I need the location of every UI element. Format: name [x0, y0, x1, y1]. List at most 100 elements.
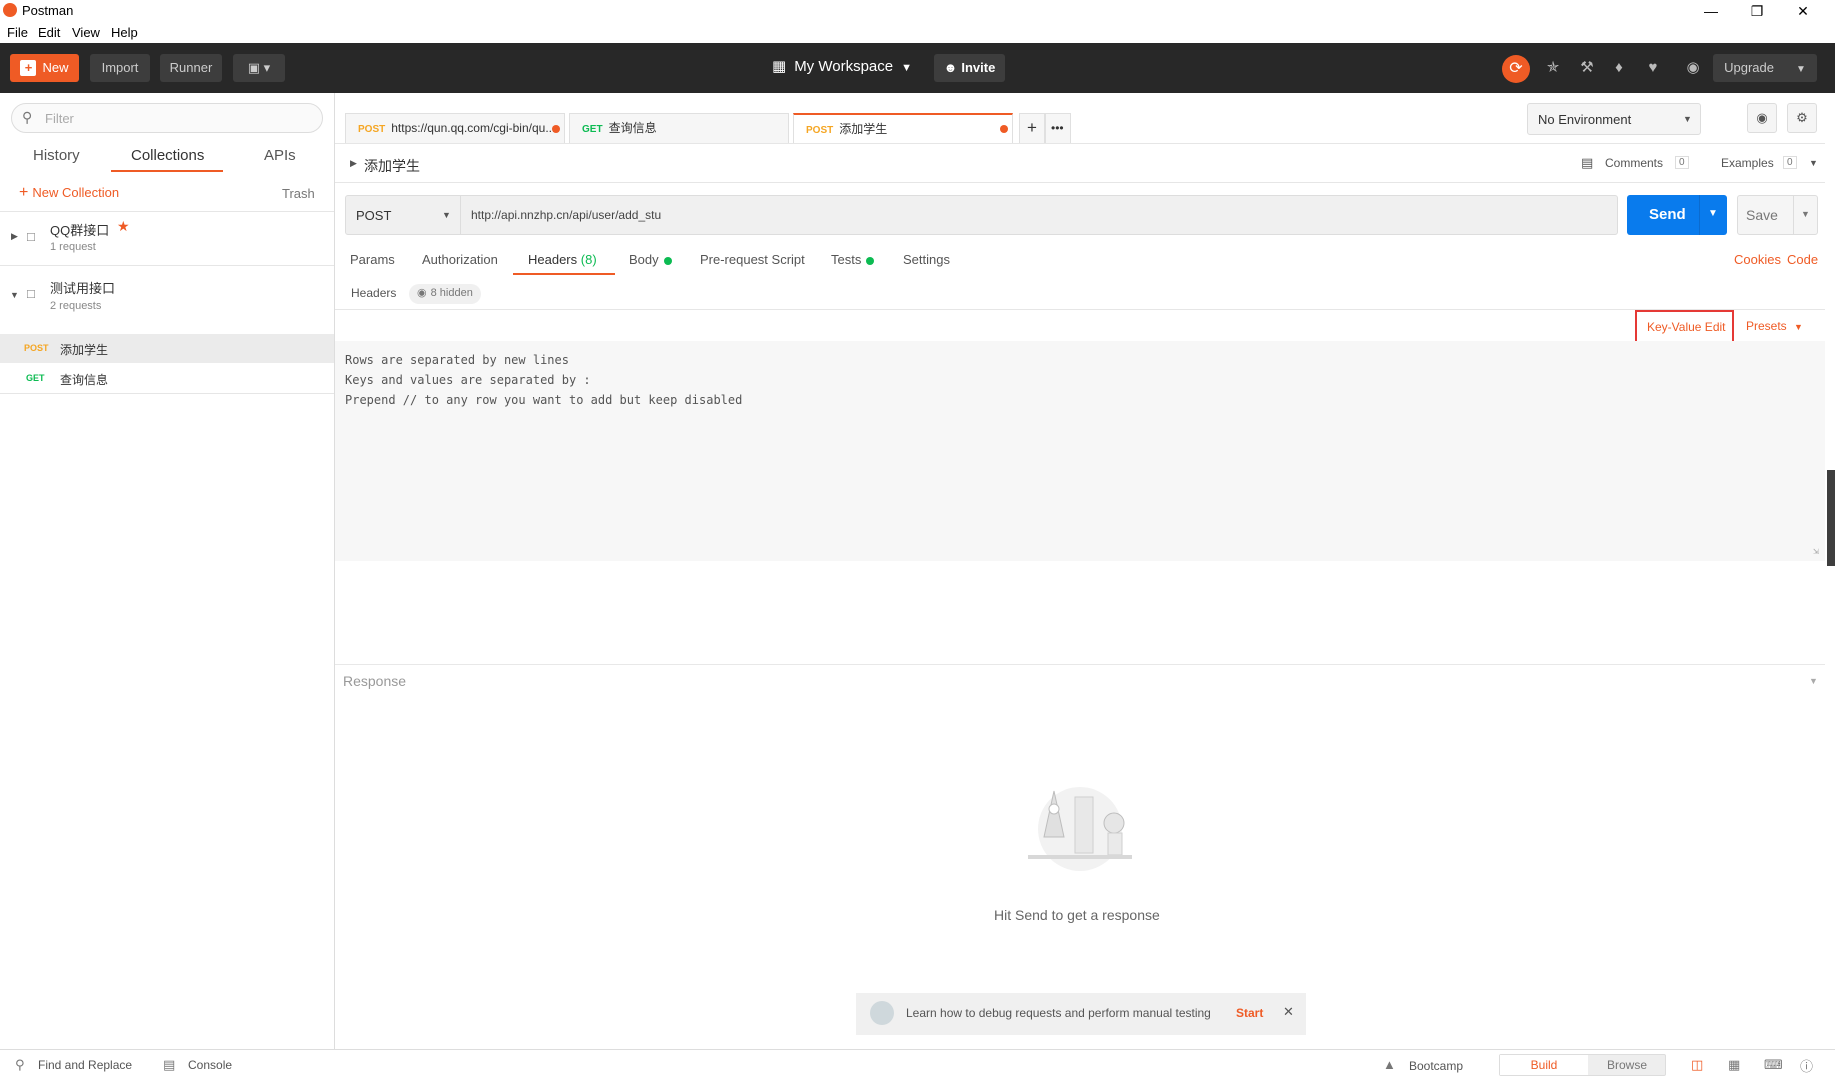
menu-edit[interactable]: Edit: [38, 25, 60, 40]
comments-button[interactable]: Comments: [1605, 156, 1663, 170]
environment-value: No Environment: [1538, 112, 1632, 127]
request-tab-3[interactable]: POST 添加学生: [793, 113, 1013, 143]
close-icon[interactable]: ✕: [1283, 1004, 1294, 1020]
request-item-query-info[interactable]: GET 查询信息: [0, 364, 334, 394]
minimize-icon[interactable]: —: [1688, 0, 1734, 22]
request-item-add-student[interactable]: POST 添加学生: [0, 334, 334, 363]
method-badge: POST: [806, 125, 834, 136]
chevron-down-icon[interactable]: ▼: [1708, 208, 1718, 219]
key-value-edit-link[interactable]: Key-Value Edit: [1635, 310, 1734, 345]
request-tab-1[interactable]: POST https://qun.qq.com/cgi-bin/qu...: [345, 113, 565, 143]
workspace-selector[interactable]: ▦ My Workspace ▼: [772, 57, 912, 79]
find-replace-button[interactable]: Find and Replace: [38, 1058, 132, 1072]
menu-bar: File Edit View Help: [0, 22, 1835, 43]
avatar[interactable]: ◉: [1680, 55, 1706, 81]
add-tab-button[interactable]: +: [1019, 113, 1045, 143]
layout-icon[interactable]: ▦: [1728, 1057, 1740, 1073]
send-label: Send: [1649, 206, 1686, 223]
tab-body[interactable]: Body: [629, 252, 672, 267]
build-browse-toggle: Build Browse: [1499, 1054, 1666, 1076]
tab-pre-request-script[interactable]: Pre-request Script: [700, 252, 805, 267]
console-button[interactable]: Console: [188, 1058, 232, 1072]
wrench-icon[interactable]: ⚒: [1574, 55, 1600, 81]
menu-file[interactable]: File: [7, 25, 28, 40]
import-button[interactable]: Import: [90, 54, 150, 82]
code-link[interactable]: Code: [1787, 252, 1818, 267]
close-window-icon[interactable]: ✕: [1780, 0, 1826, 22]
method-select[interactable]: POST ▼: [346, 196, 461, 234]
filter-input[interactable]: ⚲ Filter: [11, 103, 323, 133]
workspace-label: My Workspace: [794, 58, 894, 75]
satellite-icon[interactable]: ✯: [1540, 55, 1566, 81]
upgrade-button[interactable]: Upgrade ▼: [1713, 54, 1817, 82]
restore-icon[interactable]: ❐: [1734, 0, 1780, 22]
unsaved-dot: [1000, 125, 1008, 133]
gear-icon[interactable]: ⚙: [1787, 103, 1817, 133]
bootcamp-button[interactable]: Bootcamp: [1409, 1059, 1463, 1073]
request-title[interactable]: 添加学生: [364, 156, 420, 176]
tab-apis[interactable]: APIs: [264, 147, 296, 164]
collection-name: QQ群接口: [50, 223, 110, 238]
tab-headers[interactable]: Headers (8): [528, 252, 597, 267]
build-toggle[interactable]: Build: [1500, 1055, 1588, 1075]
plus-icon: +: [20, 60, 37, 76]
hidden-headers-toggle[interactable]: ◉ 8 hidden: [409, 284, 481, 304]
examples-button[interactable]: Examples: [1721, 156, 1774, 170]
new-collection-button[interactable]: + New Collection: [19, 184, 119, 202]
send-button[interactable]: Send ▼: [1627, 195, 1727, 235]
hidden-label: 8 hidden: [430, 287, 473, 299]
chevron-down-icon[interactable]: ▼: [1809, 676, 1818, 686]
window-title: Postman: [22, 3, 74, 18]
bell-icon[interactable]: ♦: [1606, 55, 1632, 81]
collection-name: 测试用接口: [50, 281, 116, 296]
tab-history[interactable]: History: [33, 147, 80, 164]
bulk-edit-textarea[interactable]: Rows are separated by new lines Keys and…: [335, 341, 1825, 561]
request-tab-2[interactable]: GET 查询信息: [569, 113, 789, 143]
menu-help[interactable]: Help: [111, 25, 138, 40]
heart-icon[interactable]: ♥: [1640, 55, 1666, 81]
status-dot: [866, 256, 875, 265]
invite-label: Invite: [961, 60, 996, 75]
collection-item-test[interactable]: ▼ □ 测试用接口 2 requests: [0, 268, 334, 326]
runner-button[interactable]: Runner: [160, 54, 222, 82]
chevron-down-icon[interactable]: ▼: [1809, 158, 1818, 168]
scrollbar-thumb[interactable]: [1827, 470, 1835, 566]
grid-icon: ▦: [772, 58, 787, 75]
upgrade-label: Upgrade: [1724, 60, 1774, 75]
more-tabs-icon[interactable]: •••: [1045, 113, 1071, 143]
collection-count: 2 requests: [50, 300, 102, 312]
invite-button[interactable]: ☻ Invite: [934, 54, 1005, 82]
collection-item-qq[interactable]: ▶ □ QQ群接口 ★ 1 request: [0, 212, 334, 266]
help-icon[interactable]: ⓘ: [1800, 1056, 1813, 1075]
chevron-right-icon: ▶: [11, 231, 18, 241]
add-window-icon: ▣ ▾: [247, 60, 271, 75]
tab-params[interactable]: Params: [350, 252, 395, 267]
trash-link[interactable]: Trash: [282, 186, 315, 201]
sync-icon[interactable]: ⟳: [1502, 55, 1530, 83]
tab-settings[interactable]: Settings: [903, 252, 950, 267]
star-icon[interactable]: ★: [117, 218, 130, 235]
keyboard-icon[interactable]: ⌨: [1764, 1057, 1783, 1073]
chevron-down-icon[interactable]: ▼: [1801, 209, 1810, 219]
chevron-right-icon[interactable]: ▶: [350, 158, 357, 169]
tab-authorization[interactable]: Authorization: [422, 252, 498, 267]
tip-start-link[interactable]: Start: [1236, 1006, 1263, 1020]
response-pane: Response ▼ Hit Send to get a response Le…: [335, 664, 1825, 1050]
new-window-button[interactable]: ▣ ▾: [233, 54, 285, 82]
environment-select[interactable]: No Environment ▼: [1527, 103, 1701, 135]
menu-view[interactable]: View: [72, 25, 100, 40]
eye-icon[interactable]: ◉: [1747, 103, 1777, 133]
new-collection-label: New Collection: [32, 185, 120, 200]
two-pane-icon[interactable]: ◫: [1691, 1057, 1703, 1073]
postman-logo-icon: [3, 3, 17, 17]
url-input[interactable]: http://api.nnzhp.cn/api/user/add_stu: [471, 208, 661, 222]
tab-collections[interactable]: Collections: [131, 147, 204, 164]
comment-icon: ▤: [1581, 155, 1594, 170]
cookies-link[interactable]: Cookies: [1734, 252, 1781, 267]
new-button[interactable]: + New: [10, 54, 79, 82]
save-button[interactable]: Save ▼: [1737, 195, 1818, 235]
browse-toggle[interactable]: Browse: [1588, 1055, 1666, 1075]
resize-handle-icon[interactable]: ⇲: [1813, 546, 1819, 557]
presets-dropdown[interactable]: Presets ▼: [1746, 319, 1803, 333]
tab-tests[interactable]: Tests: [831, 252, 875, 267]
